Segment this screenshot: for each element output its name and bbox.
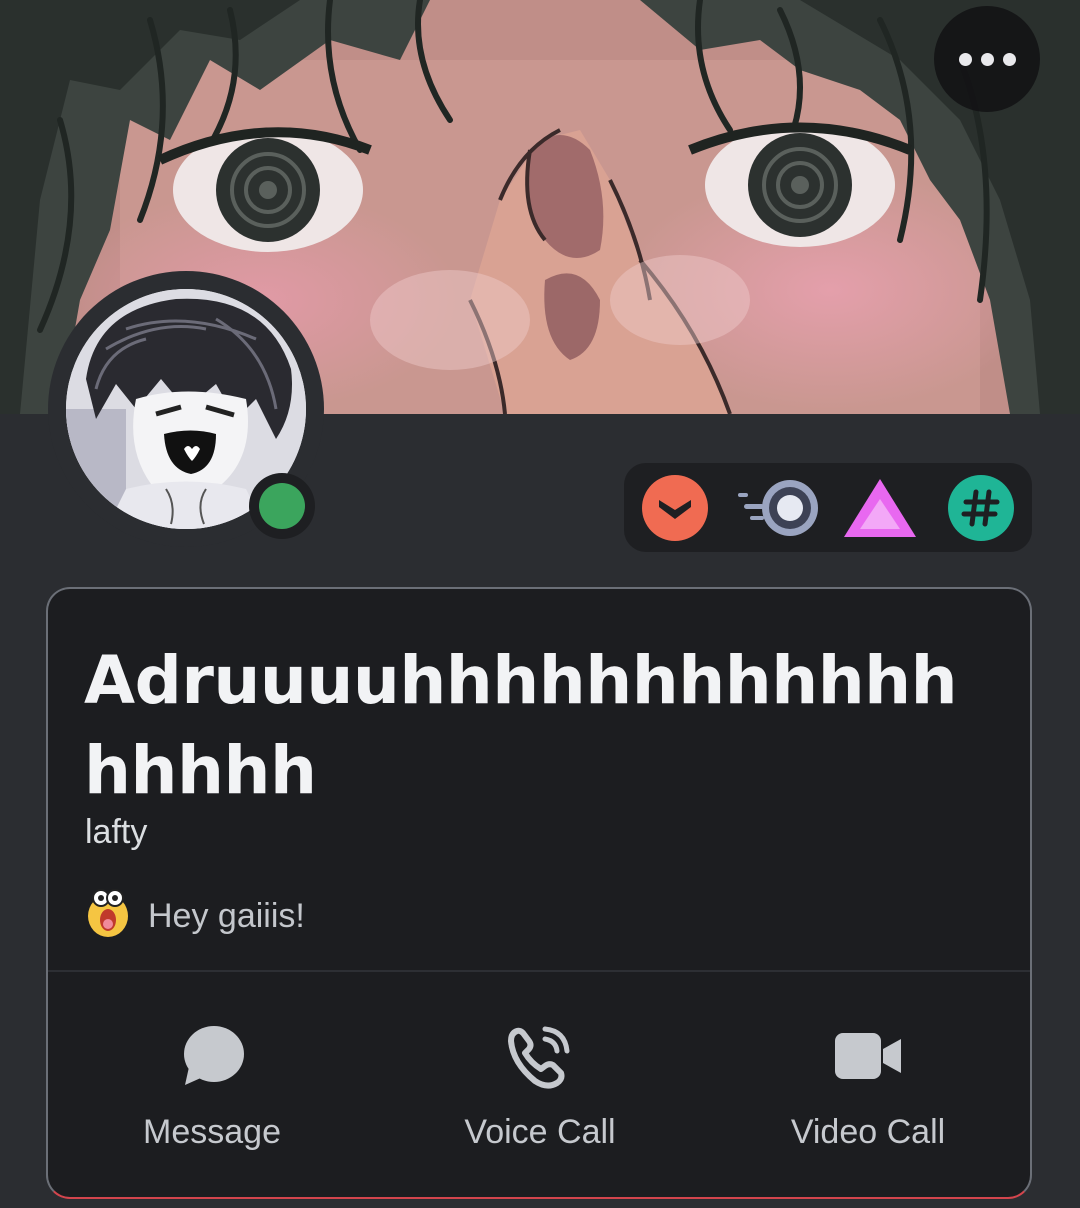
display-name: Adruuuuhhhhhhhhhhhhhhhhh [84, 642, 958, 809]
bug-hunter-badge-icon [642, 475, 708, 541]
more-horizontal-icon-dot [1002, 52, 1016, 66]
hashtag-badge[interactable] [946, 475, 1016, 541]
bug-hunter-badge[interactable] [640, 475, 710, 541]
username: lafty [85, 813, 148, 851]
message-button[interactable]: Message [112, 1000, 312, 1180]
badge-list [624, 463, 1032, 552]
triangle-badge[interactable] [840, 476, 920, 540]
triangle-badge-icon [844, 479, 916, 537]
voice-call-button-label: Voice Call [464, 1113, 616, 1151]
chat-bubble-icon [184, 1026, 244, 1085]
more-horizontal-icon-dot [980, 52, 994, 66]
message-button-label: Message [143, 1113, 281, 1151]
more-horizontal-icon [958, 52, 972, 66]
video-camera-icon [835, 1033, 901, 1079]
more-options-button[interactable] [934, 6, 1040, 112]
phone-call-icon [508, 1026, 570, 1089]
video-call-button[interactable]: Video Call [768, 1000, 968, 1180]
user-profile-screen: Adruuuuhhhhhhhhhhhhhhhhh lafty Hey gaiii… [0, 0, 1080, 1208]
voice-call-button[interactable]: Voice Call [440, 1000, 640, 1180]
video-call-button-label: Video Call [790, 1113, 946, 1151]
screaming-face-emoji-icon [86, 886, 130, 938]
hashtag-badge-icon [948, 475, 1014, 541]
nitro-boost-badge-icon [738, 480, 818, 536]
custom-status-text: Hey gaiiis! [148, 897, 305, 935]
online-status-indicator [259, 483, 305, 529]
card-divider [48, 970, 1030, 972]
nitro-boost-badge[interactable] [736, 476, 822, 540]
